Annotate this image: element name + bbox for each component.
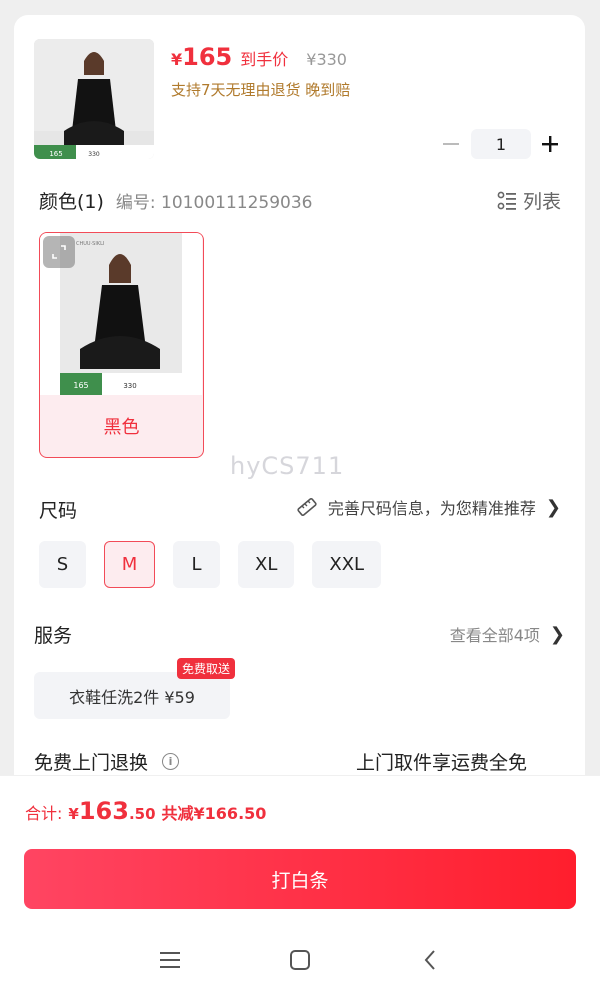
- menu-icon: [160, 952, 180, 968]
- minus-icon: [443, 143, 459, 145]
- quantity-field[interactable]: 1: [471, 129, 531, 159]
- service-option-laundry[interactable]: 衣鞋任洗2件 ¥59: [34, 672, 230, 719]
- color-swatch-black[interactable]: CHUU·SIKLI 165 330 黑色: [39, 232, 204, 458]
- size-option[interactable]: XL: [238, 541, 295, 588]
- swatch-logo: CHUU·SIKLI: [76, 241, 104, 247]
- price-row: ¥ 165 到手价 ¥330: [171, 43, 347, 71]
- return-promise: 支持7天无理由退货 晚到赔: [171, 81, 351, 99]
- price-currency: ¥: [171, 50, 183, 69]
- total-integer: 163: [78, 797, 129, 825]
- total-label: 合计:: [25, 804, 63, 823]
- color-title: 颜色(1): [39, 191, 104, 213]
- size-title: 尺码: [39, 500, 78, 522]
- color-header: 颜色(1) 编号: 10100111259036: [39, 187, 312, 214]
- ruler-icon: [297, 497, 317, 517]
- total-decimal: .50: [128, 805, 156, 823]
- total-saving: 共减¥166.50: [161, 804, 267, 823]
- thumb-tag-orig: 330: [88, 151, 100, 158]
- home-button[interactable]: [235, 949, 365, 971]
- sku-selector-sheet: 165 330 ¥ 165 到手价 ¥330 支持7天无理由退货 晚到赔 1 颜…: [14, 15, 585, 785]
- swatch-tag-orig: 330: [123, 382, 136, 390]
- size-options: S M L XL XXL: [39, 541, 399, 588]
- product-thumbnail[interactable]: 165 330: [34, 39, 154, 159]
- free-return-title: 免费上门退换: [34, 752, 149, 774]
- size-option-selected[interactable]: M: [104, 541, 155, 588]
- total-bar: 合计: ¥ 163 .50 共减¥166.50: [0, 775, 600, 843]
- list-view-toggle[interactable]: 列表: [497, 187, 561, 214]
- size-recommend-link[interactable]: 完善尺码信息，为您精准推荐 ❯: [296, 495, 561, 519]
- plus-icon: [542, 136, 558, 152]
- expand-icon[interactable]: [43, 236, 75, 268]
- decrease-button[interactable]: [439, 129, 463, 159]
- increase-button[interactable]: [535, 129, 565, 159]
- total-line: 合计: ¥ 163 .50 共减¥166.50: [25, 797, 266, 825]
- original-price: ¥330: [306, 50, 347, 69]
- free-return-desc: 上门取件享运费全免: [356, 752, 528, 774]
- size-option[interactable]: L: [173, 541, 220, 588]
- service-title: 服务: [34, 625, 73, 647]
- size-tip-text: 完善尺码信息，为您精准推荐: [327, 499, 536, 518]
- product-code: 编号: 10100111259036: [115, 193, 313, 213]
- info-icon[interactable]: i: [162, 753, 180, 770]
- pay-with-baitiao-button[interactable]: 打白条: [24, 849, 576, 909]
- total-currency: ¥: [68, 805, 79, 823]
- chevron-right-icon: ❯: [549, 623, 565, 645]
- size-option[interactable]: XXL: [312, 541, 382, 588]
- swatch-tag-price: 165: [73, 381, 88, 390]
- service-view-all-link[interactable]: 查看全部4项 ❯: [450, 622, 565, 646]
- recent-apps-button[interactable]: [105, 950, 235, 970]
- free-pickup-badge: 免费取送: [177, 658, 236, 679]
- size-option[interactable]: S: [39, 541, 86, 588]
- home-square-icon: [290, 950, 310, 970]
- price-value: 165: [182, 43, 233, 71]
- back-arrow-icon: [424, 950, 435, 970]
- watermark: hyCS711: [230, 452, 345, 480]
- list-icon: [497, 191, 516, 210]
- thumb-tag-price: 165: [49, 150, 62, 158]
- quantity-stepper: 1: [439, 129, 565, 159]
- back-button[interactable]: [365, 949, 495, 971]
- free-return-row: 免费上门退换 i: [34, 748, 180, 775]
- price-tag: 到手价: [240, 50, 289, 69]
- list-label: 列表: [522, 191, 561, 213]
- system-nav-bar: [0, 935, 600, 985]
- service-more-text: 查看全部4项: [449, 626, 540, 645]
- swatch-label: 黑色: [103, 417, 140, 438]
- chevron-right-icon: ❯: [545, 496, 561, 518]
